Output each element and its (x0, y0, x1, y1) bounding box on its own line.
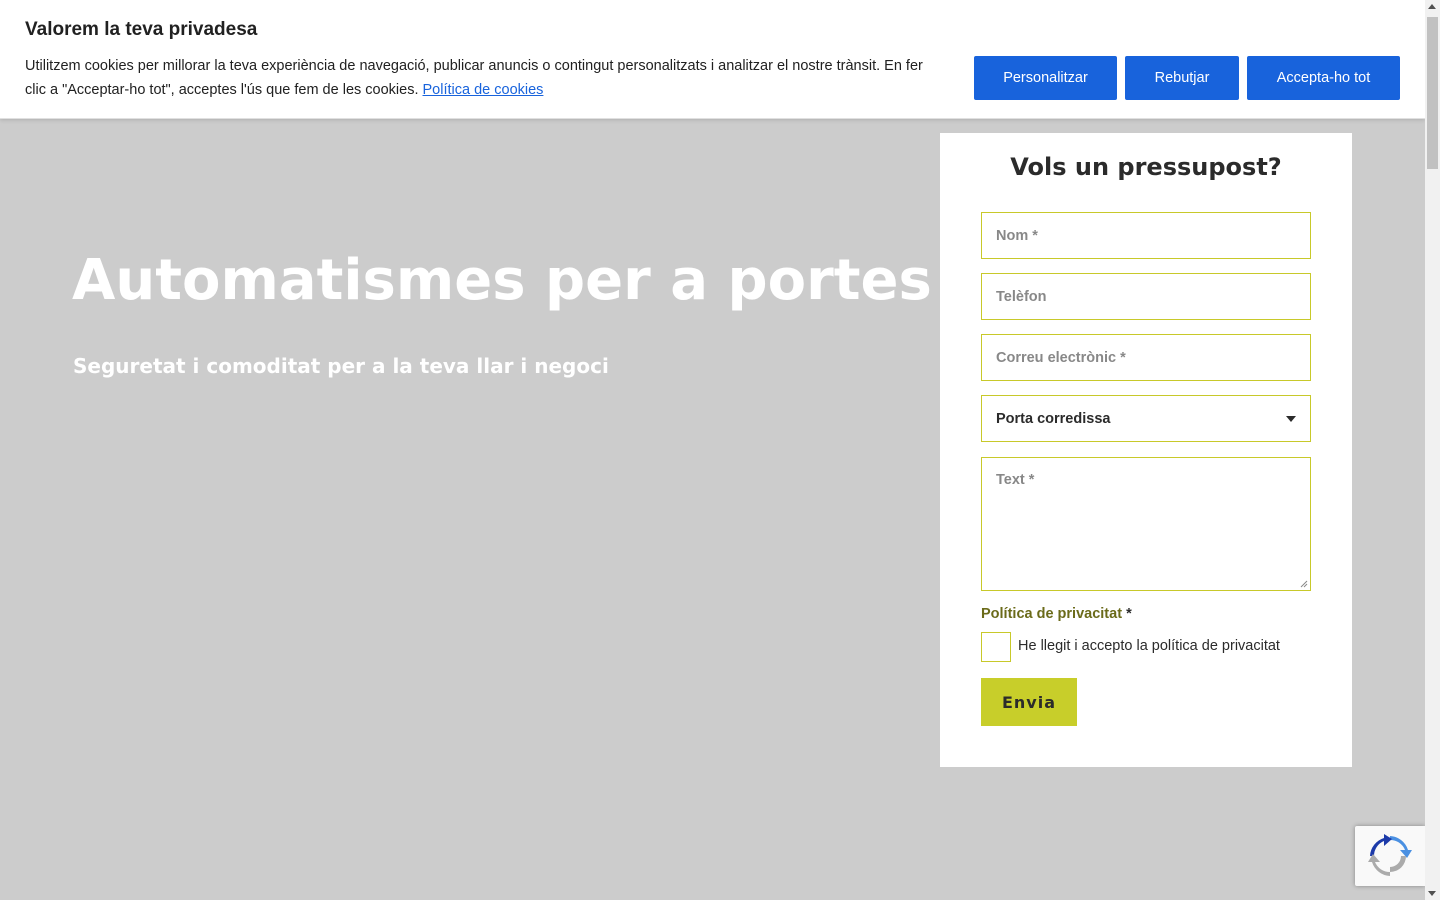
door-type-value: Porta corredissa (996, 410, 1111, 427)
required-marker: * (1126, 606, 1132, 622)
resize-grip-icon[interactable] (1300, 580, 1308, 588)
scroll-down-icon[interactable] (1428, 891, 1436, 896)
page-scrollbar[interactable] (1425, 0, 1440, 900)
phone-input[interactable]: Telèfon (981, 273, 1311, 320)
recaptcha-icon (1368, 834, 1412, 876)
door-type-select[interactable]: Porta corredissa (981, 395, 1311, 442)
privacy-label-text: Política de privacitat (981, 606, 1123, 622)
name-placeholder: Nom * (996, 227, 1038, 244)
quote-form: Vols un pressupost? Nom * Telèfon Correu… (940, 133, 1352, 767)
cookie-policy-link[interactable]: Política de cookies (423, 82, 544, 98)
cookie-banner-text: Utilitzem cookies per millorar la teva e… (25, 54, 945, 102)
recaptcha-badge[interactable] (1355, 826, 1425, 886)
form-title: Vols un pressupost? (1010, 153, 1282, 181)
cookie-banner-title: Valorem la teva privadesa (25, 19, 258, 40)
submit-button[interactable]: Envia (981, 678, 1077, 726)
email-input[interactable]: Correu electrònic * (981, 334, 1311, 381)
chevron-down-icon (1286, 415, 1296, 422)
personalize-button[interactable]: Personalitzar (974, 56, 1117, 100)
privacy-checkbox-label[interactable]: He llegit i accepto la política de priva… (1018, 638, 1280, 654)
name-input[interactable]: Nom * (981, 212, 1311, 259)
hero-title: Automatismes per a portes (72, 248, 932, 313)
message-textarea[interactable]: Text * (981, 457, 1311, 591)
cookie-banner: Valorem la teva privadesa Utilitzem cook… (0, 0, 1425, 119)
message-placeholder: Text * (996, 472, 1035, 488)
privacy-policy-label: Política de privacitat * (981, 606, 1132, 622)
scroll-up-icon[interactable] (1428, 4, 1436, 9)
reject-button[interactable]: Rebutjar (1125, 56, 1239, 100)
accept-all-button[interactable]: Accepta-ho tot (1247, 56, 1400, 100)
hero-subtitle: Seguretat i comoditat per a la teva llar… (73, 354, 609, 378)
phone-placeholder: Telèfon (996, 288, 1047, 305)
scroll-thumb[interactable] (1427, 17, 1438, 169)
privacy-checkbox[interactable] (981, 632, 1011, 662)
email-placeholder: Correu electrònic * (996, 349, 1126, 366)
